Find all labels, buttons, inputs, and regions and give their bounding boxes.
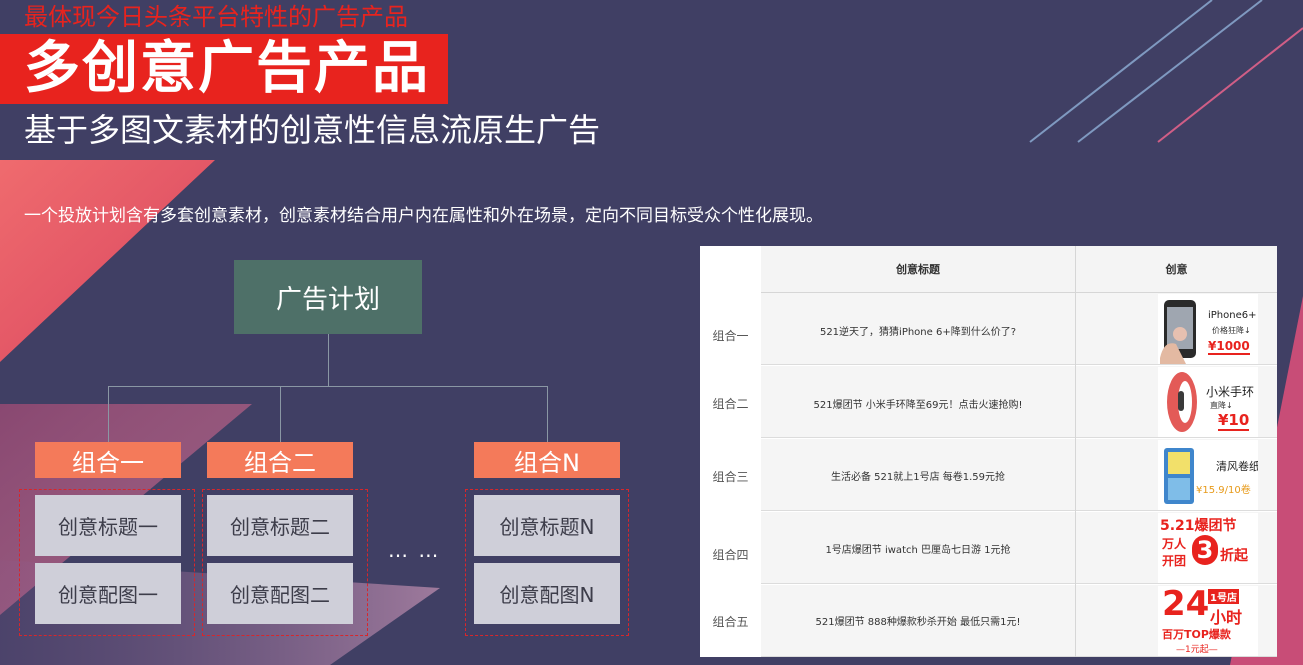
diagonal-line: [1077, 0, 1263, 143]
row-title: 521逆天了，猜猜iPhone 6+降到什么价了?: [819, 327, 1017, 338]
creative-line: 直降↓: [1210, 401, 1233, 410]
table-header-title: 创意标题: [761, 246, 1075, 293]
ad-plan-box: 广告计划: [234, 260, 422, 334]
ellipsis-text: … …: [388, 538, 441, 562]
creative-title-cell: 创意标题一: [35, 495, 181, 556]
creative-thumbnail: iPhone6+ 价格狂降↓ ¥1000: [1158, 294, 1258, 364]
creative-line: 折起: [1220, 548, 1248, 564]
creative-line: 万人: [1162, 537, 1187, 551]
page-title: 多创意广告产品: [24, 36, 430, 101]
creative-image-cell: 创意配图一: [35, 563, 181, 624]
example-table: 创意标题 创意 组合一 组合二 组合三 组合四 组合五 521逆天了，猜猜iPh…: [700, 246, 1277, 657]
row-label: 组合一: [712, 329, 749, 343]
description-text: 一个投放计划含有多套创意素材，创意素材结合用户内在属性和外在场景，定向不同目标受…: [24, 206, 823, 226]
creative-price: ¥10: [1218, 411, 1250, 431]
creative-thumbnail: 小米手环 直降↓ ¥10: [1158, 367, 1258, 437]
group-header: 组合N: [474, 442, 620, 478]
creative-line: 小米手环: [1206, 385, 1255, 399]
row-label: 组合四: [712, 548, 749, 562]
creative-image-cell: 创意配图N: [474, 563, 620, 624]
creative-thumbnail: 清风卷纸 ¥15.9/10卷: [1158, 440, 1258, 510]
row-label: 组合五: [712, 615, 749, 629]
row-title: 521爆团节 小米手环降至69元！点击火速抢购!: [813, 400, 1023, 411]
page-subtitle: 基于多图文素材的创意性信息流原生广告: [24, 111, 601, 149]
creative-line: iPhone6+: [1208, 310, 1257, 321]
diagonal-line: [1157, 27, 1303, 143]
connector-line: [280, 386, 281, 442]
creative-line: 开团: [1162, 554, 1187, 568]
creative-line: 1号店: [1208, 589, 1239, 604]
group-header: 组合二: [207, 442, 353, 478]
table-header-creative: 创意: [1076, 246, 1277, 293]
creative-discount-badge: 3: [1192, 535, 1218, 565]
row-title: 生活必备 521就上1号店 每卷1.59元抢: [830, 472, 1006, 483]
creative-line: —1元起—: [1176, 645, 1218, 655]
creative-price: ¥1000: [1208, 339, 1250, 355]
row-title: 521爆团节 888种爆款秒杀开始 最低只需1元!: [815, 617, 1021, 628]
creative-line: 清风卷纸: [1216, 460, 1258, 473]
creative-price: ¥15.9/10卷: [1196, 485, 1251, 496]
creative-title-cell: 创意标题N: [474, 495, 620, 556]
creative-thumbnail: 5.21爆团节 万人 开团 3 折起: [1158, 513, 1258, 583]
row-title: 1号店爆团节 iwatch 巴厘岛七日游 1元抢: [825, 545, 1011, 556]
creative-line: 百万TOP爆款: [1162, 628, 1231, 641]
creative-image-cell: 创意配图二: [207, 563, 353, 624]
connector-line: [108, 386, 548, 387]
kicker-text: 最体现今日头条平台特性的广告产品: [24, 3, 408, 31]
group-header: 组合一: [35, 442, 181, 478]
connector-line: [108, 386, 109, 442]
connector-line: [547, 386, 548, 442]
creative-thumbnail: 24 1号店 小时 百万TOP爆款 —1元起—: [1158, 586, 1258, 656]
tissue-pack-icon: [1164, 448, 1194, 504]
creative-line: 价格狂降↓: [1212, 326, 1251, 335]
creative-line: 24: [1162, 586, 1210, 624]
creative-line: 5.21爆团节: [1160, 518, 1237, 534]
table-divider: [1075, 246, 1076, 657]
creative-title-cell: 创意标题二: [207, 495, 353, 556]
red-triangle-shape: [0, 160, 215, 362]
row-label: 组合三: [712, 470, 749, 484]
row-label: 组合二: [712, 397, 749, 411]
creative-line: 小时: [1210, 608, 1243, 627]
connector-line: [328, 334, 329, 386]
